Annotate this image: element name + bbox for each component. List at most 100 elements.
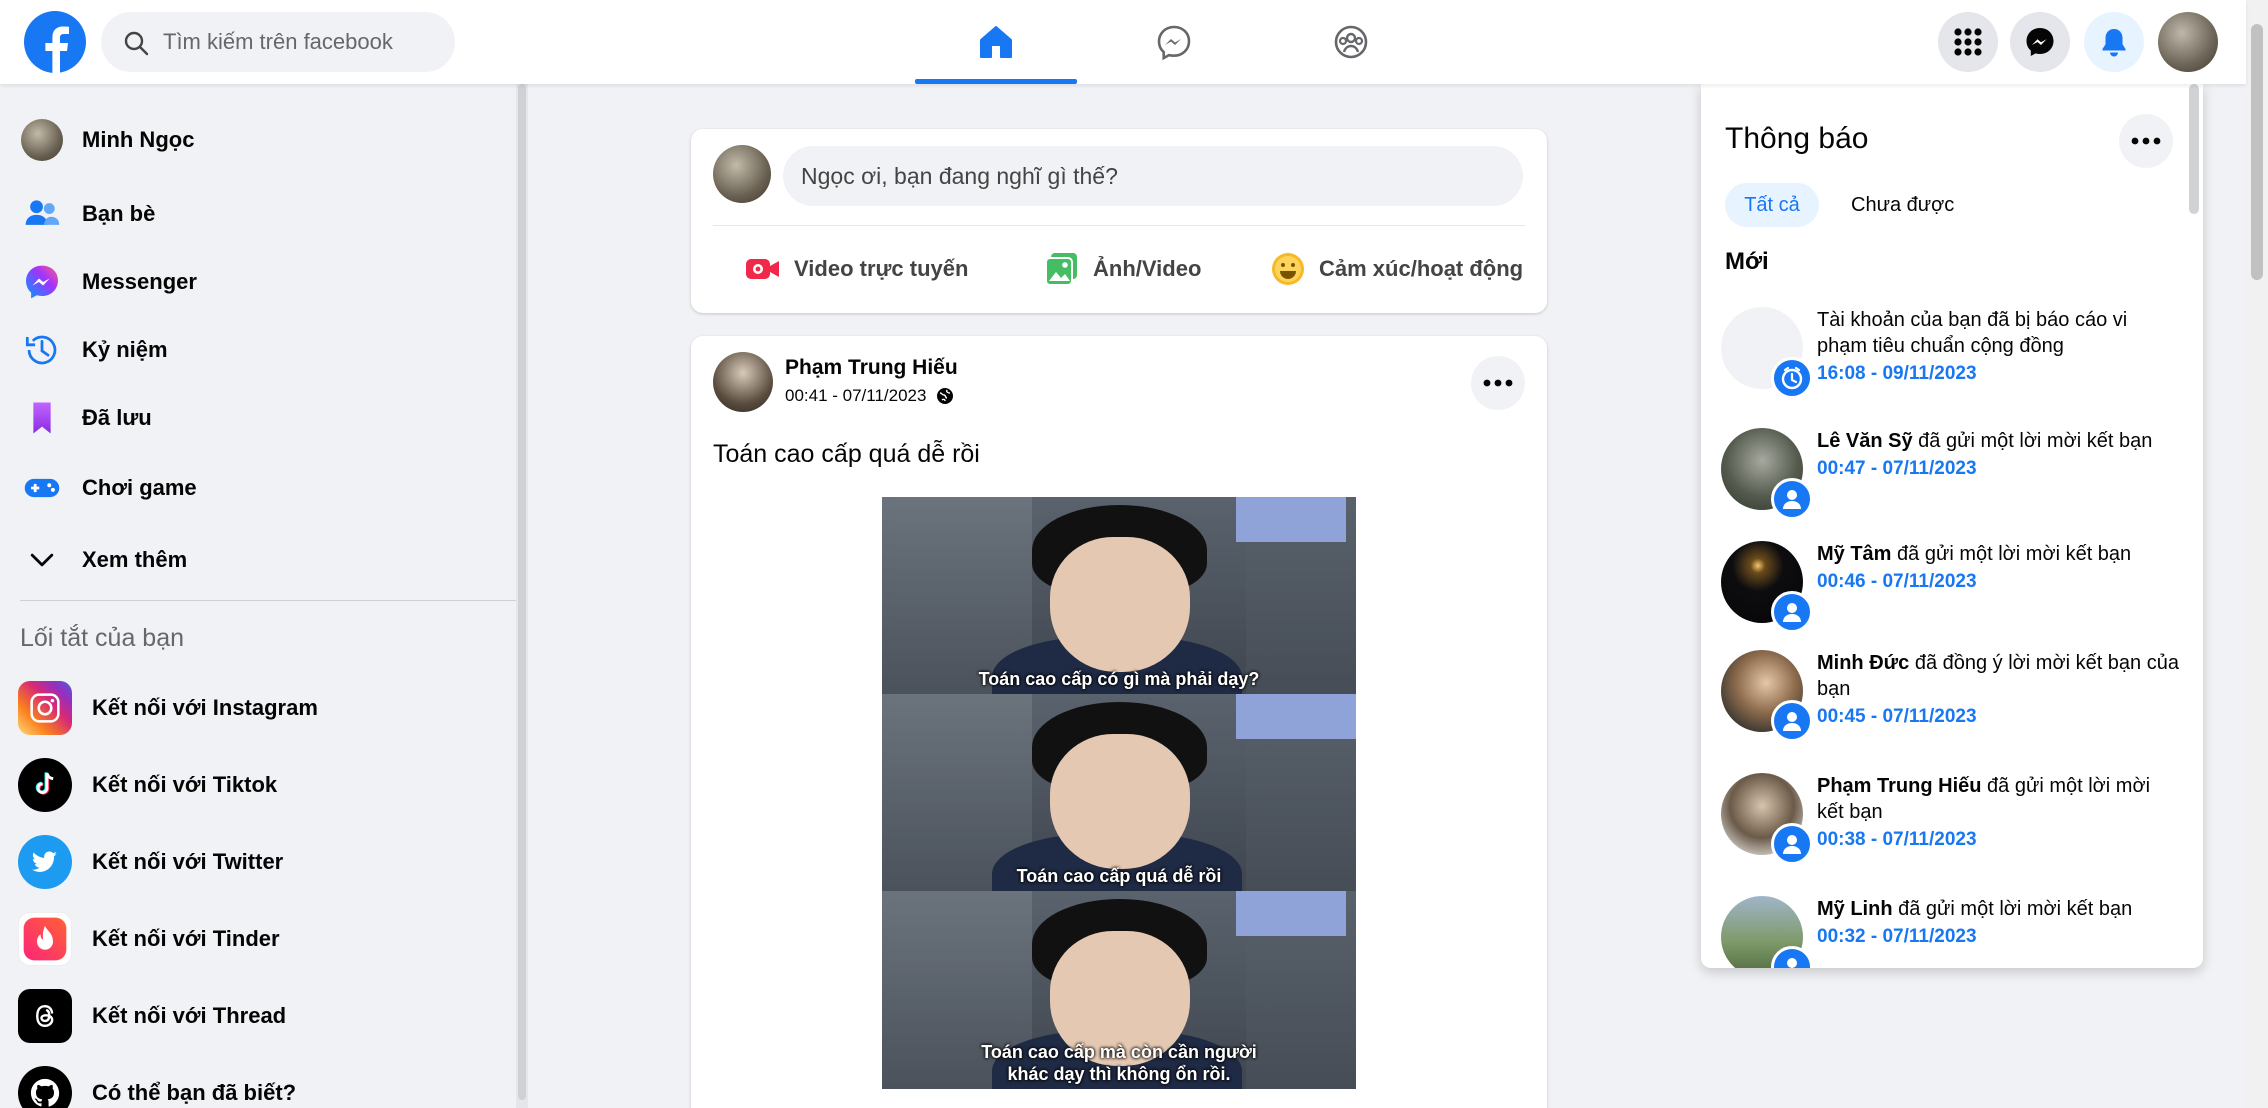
feeling-activity-button[interactable]: Cảm xúc/hoạt động	[1269, 241, 1523, 297]
shortcut-github[interactable]: Có thể bạn đã biết?	[18, 1063, 296, 1108]
sidebar-item-label: Chơi game	[82, 475, 197, 500]
notification-time: 00:32 - 07/11/2023	[1817, 926, 1977, 947]
facebook-logo-icon[interactable]	[24, 11, 86, 73]
globe-icon	[937, 388, 954, 404]
sidebar-item-label: Kỷ niệm	[82, 337, 168, 362]
shortcut-tinder[interactable]: Kết nối với Tinder	[18, 909, 280, 969]
person-icon	[1771, 700, 1813, 742]
messenger-button[interactable]	[2010, 12, 2070, 72]
menu-grid-button[interactable]	[1938, 12, 1998, 72]
window-scrollbar[interactable]	[2246, 0, 2268, 1108]
notification-text: đã gửi một lời mời kết bạn	[1912, 430, 2153, 452]
post-author[interactable]: Phạm Trung Hiếu	[785, 356, 958, 380]
post-timestamp-row: 00:41 - 07/11/2023	[785, 386, 954, 406]
shortcut-label: Kết nối với Tinder	[92, 926, 280, 951]
photo-icon	[1045, 253, 1077, 286]
notification-text: đã gửi một lời mời kết bạn	[1891, 543, 2132, 565]
notifications-panel: Thông báo Tất cả Chưa được Mới Tài khoản…	[1701, 84, 2203, 968]
messenger-icon	[1157, 25, 1191, 61]
notification-time: 00:45 - 07/11/2023	[1817, 706, 1977, 727]
meme-frame: Toán cao cấp quá dễ rồi	[882, 694, 1356, 891]
shortcut-threads[interactable]: Kết nối với Thread	[18, 986, 286, 1046]
meme-frame: Toán cao cấp mà còn cần người khác dạy t…	[882, 891, 1356, 1089]
notification-time: 00:46 - 07/11/2023	[1817, 571, 1977, 592]
notifications-more-button[interactable]	[2119, 114, 2173, 168]
account-avatar[interactable]	[2158, 12, 2218, 72]
messenger-icon	[20, 260, 64, 304]
tiktok-icon	[18, 758, 72, 812]
sidebar-item-profile[interactable]: Minh Ngọc	[20, 110, 194, 170]
search-bar[interactable]: Tìm kiếm trên facebook	[101, 12, 455, 72]
gaming-icon	[20, 466, 64, 510]
tab-groups[interactable]	[1270, 0, 1432, 84]
person-icon	[1771, 591, 1813, 633]
shortcut-label: Kết nối với Thread	[92, 1003, 287, 1028]
sidebar-item-label: Đã lưu	[82, 405, 152, 430]
notification-name: Phạm Trung Hiếu	[1817, 775, 1982, 797]
sidebar-item-gaming[interactable]: Chơi game	[20, 458, 197, 518]
post-image[interactable]: Toán cao cấp có gì mà phải dạy? Toán cao…	[882, 497, 1356, 1089]
chevron-down-icon	[20, 538, 64, 582]
shortcut-label: Kết nối với Tiktok	[92, 772, 278, 797]
action-label: Video trực tuyến	[794, 256, 969, 281]
tinder-icon	[18, 912, 72, 966]
search-icon	[124, 31, 149, 56]
notification-name: Mỹ Tâm	[1817, 543, 1892, 565]
notification-time: 16:08 - 09/11/2023	[1817, 363, 1977, 384]
sidebar-item-saved[interactable]: Đã lưu	[20, 388, 152, 448]
avatar[interactable]	[713, 352, 773, 412]
feed-post: Phạm Trung Hiếu 00:41 - 07/11/2023 Toán …	[691, 336, 1547, 1108]
threads-icon	[18, 989, 72, 1043]
feeling-icon	[1272, 253, 1304, 285]
sidebar-item-label: Minh Ngọc	[82, 127, 195, 152]
live-video-icon	[746, 259, 779, 279]
search-input[interactable]: Tìm kiếm trên facebook	[163, 29, 393, 55]
notifications-title: Thông báo	[1725, 122, 1869, 155]
avatar	[21, 119, 63, 161]
post-timestamp[interactable]: 00:41 - 07/11/2023	[785, 386, 926, 406]
sidebar-item-friends[interactable]: Bạn bè	[20, 184, 155, 244]
notifications-button[interactable]	[2084, 12, 2144, 72]
notification-text: Tài khoản của bạn đã bị báo cáo vi phạm …	[1817, 309, 2128, 357]
more-horizontal-icon	[2131, 137, 2161, 145]
more-horizontal-icon	[1483, 379, 1513, 387]
left-sidebar: Minh Ngọc Bạn bè Messenger Kỷ niệm Đã lư…	[0, 84, 528, 1108]
sidebar-item-messenger[interactable]: Messenger	[20, 252, 197, 312]
shortcut-instagram[interactable]: Kết nối với Instagram	[18, 678, 318, 738]
person-icon	[1771, 823, 1813, 865]
home-icon	[980, 26, 1012, 58]
friends-icon	[20, 192, 64, 236]
memories-icon	[20, 328, 64, 372]
notification-time: 00:38 - 07/11/2023	[1817, 829, 1977, 850]
groups-icon	[1334, 25, 1368, 59]
tab-unread[interactable]: Chưa được	[1851, 194, 1954, 217]
sidebar-scrollbar[interactable]	[516, 84, 528, 1108]
messenger-icon	[2026, 28, 2054, 56]
live-video-button[interactable]: Video trực tuyến	[744, 241, 968, 297]
notification-name: Mỹ Linh	[1817, 898, 1893, 920]
instagram-icon	[18, 681, 72, 735]
sidebar-item-label: Messenger	[82, 269, 197, 294]
sidebar-divider	[20, 600, 516, 601]
meme-frame: Toán cao cấp có gì mà phải dạy?	[882, 497, 1356, 694]
notifications-scrollbar[interactable]	[2189, 84, 2199, 214]
meme-caption: Toán cao cấp quá dễ rồi	[1016, 866, 1222, 886]
composer-input[interactable]: Ngọc ơi, bạn đang nghĩ gì thế?	[783, 146, 1523, 206]
shortcut-tiktok[interactable]: Kết nối với Tiktok	[18, 755, 277, 815]
avatar[interactable]	[713, 145, 771, 203]
notification-name: Lê Văn Sỹ	[1817, 430, 1913, 452]
twitter-icon	[18, 835, 72, 889]
tab-home[interactable]	[915, 0, 1077, 84]
meme-caption: Toán cao cấp có gì mà phải dạy?	[978, 669, 1260, 689]
sidebar-item-memories[interactable]: Kỷ niệm	[20, 320, 168, 380]
tab-all[interactable]: Tất cả	[1725, 183, 1819, 227]
shortcut-label: Kết nối với Instagram	[92, 695, 318, 720]
github-icon	[18, 1066, 72, 1108]
shortcut-twitter[interactable]: Kết nối với Twitter	[18, 832, 283, 892]
saved-icon	[20, 396, 64, 440]
tab-messenger[interactable]	[1093, 0, 1255, 84]
post-more-button[interactable]	[1471, 356, 1525, 410]
shortcuts-title: Lối tắt của bạn	[20, 624, 185, 652]
sidebar-item-see-more[interactable]: Xem thêm	[20, 530, 187, 590]
photo-video-button[interactable]: Ảnh/Video	[1043, 241, 1201, 297]
